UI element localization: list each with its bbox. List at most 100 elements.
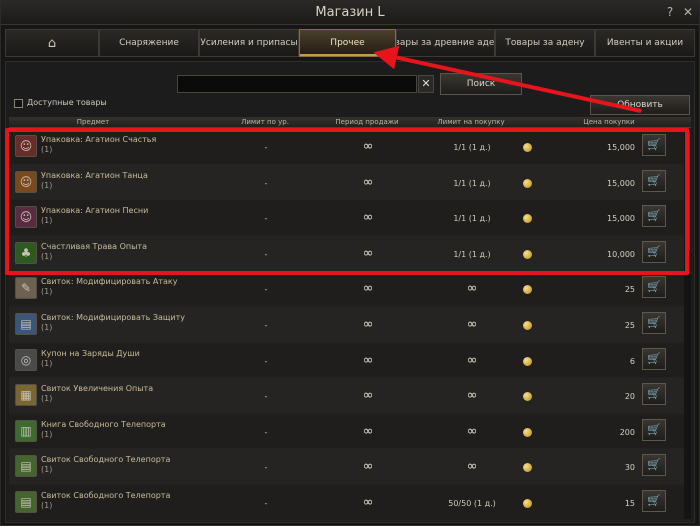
- coin-icon: [523, 249, 532, 259]
- sale-period-value: ∞: [362, 316, 374, 332]
- clear-search-button[interactable]: ✕: [418, 75, 434, 93]
- cart-icon: 🛒: [647, 138, 661, 151]
- table-row[interactable]: ♣ Счастливая Трава Опыта (1) - ∞ 1/1 (1 д.) 10…: [9, 235, 691, 272]
- refresh-button[interactable]: Обновить: [590, 95, 690, 115]
- price-value: 15,000: [607, 214, 635, 224]
- search-input[interactable]: [177, 75, 417, 93]
- price-value: 200: [619, 427, 635, 437]
- table-header: Предмет Лимит по ур. Период продажи Лими…: [9, 117, 691, 128]
- level-limit-value: -: [264, 392, 268, 402]
- purchase-limit-value: 1/1 (1 д.): [453, 249, 491, 259]
- level-limit-value: -: [264, 498, 268, 508]
- price-value: 30: [624, 463, 635, 473]
- available-only-checkbox[interactable]: [14, 99, 23, 108]
- coin-icon: [523, 356, 532, 366]
- window-title: Магазин L: [315, 5, 385, 20]
- sale-period-value: ∞: [362, 423, 374, 439]
- buy-cart-button[interactable]: 🛒: [642, 240, 666, 263]
- column-header-price: Цена покупки: [583, 118, 635, 126]
- table-row[interactable]: ▤ Свиток: Модифицировать Защиту (1) - ∞ ∞ 25 🛒: [9, 306, 691, 343]
- sale-period-value: ∞: [362, 281, 374, 297]
- table-row[interactable]: ☺ Упаковка: Агатион Песни (1) - ∞ 1/1 (1 д.) 1…: [9, 200, 691, 236]
- buy-cart-button[interactable]: 🛒: [642, 205, 666, 228]
- purchase-limit-value: ∞: [466, 388, 478, 404]
- home-icon: ⌂: [47, 35, 57, 51]
- agathion-happiness-icon: ☺: [15, 135, 37, 157]
- coin-icon: [523, 392, 532, 402]
- table-row[interactable]: ▤ Свиток Свободного Телепорта (1) - ∞ 50/50 (…: [9, 484, 691, 521]
- level-limit-value: -: [264, 178, 268, 188]
- purchase-limit-value: ∞: [466, 459, 478, 475]
- item-quantity: (1): [41, 287, 53, 297]
- exp-scroll-icon: ▦: [15, 384, 37, 407]
- tab-boosts[interactable]: Усиления и припасы: [199, 29, 299, 57]
- agathion-song-icon: ☺: [15, 206, 37, 229]
- table-row[interactable]: ◎ Купон на Заряды Души (1) - ∞ ∞ 6 🛒: [9, 342, 691, 379]
- coin-icon: [523, 427, 532, 437]
- price-value: 10,000: [607, 249, 635, 259]
- buy-cart-button[interactable]: 🛒: [642, 169, 666, 192]
- buy-cart-button[interactable]: 🛒: [642, 383, 666, 406]
- teleport-scroll-icon: ▤: [15, 455, 37, 478]
- cart-icon: 🛒: [647, 351, 661, 365]
- cart-icon: 🛒: [647, 173, 661, 187]
- table-row[interactable]: ▥ Книга Свободного Телепорта (1) - ∞ ∞ 200 🛒: [9, 413, 691, 450]
- level-limit-value: -: [264, 427, 268, 437]
- table-row[interactable]: ▦ Свиток Увеличения Опыта (1) - ∞ ∞ 20 🛒: [9, 378, 691, 414]
- coin-icon: [523, 178, 532, 188]
- tab-events[interactable]: Ивенты и акции: [595, 29, 695, 57]
- table-row[interactable]: ▤ Свиток Свободного Телепорта (1) - ∞ ∞ 30 🛒: [9, 449, 691, 485]
- item-name: Упаковка: Агатион Счастья: [41, 135, 157, 144]
- price-value: 15: [624, 498, 635, 508]
- level-limit-value: -: [264, 356, 268, 366]
- item-name: Счастливая Трава Опыта: [41, 241, 147, 251]
- buy-cart-button[interactable]: 🛒: [642, 134, 666, 156]
- help-icon[interactable]: ?: [663, 5, 677, 19]
- scrollbar[interactable]: [684, 129, 691, 519]
- item-name: Свиток: Модифицировать Защиту: [41, 312, 186, 322]
- teleport-book-icon: ▥: [15, 419, 37, 442]
- tab-ancient-adena-goods[interactable]: Товары за древние адены: [396, 29, 495, 57]
- buy-cart-button[interactable]: 🛒: [642, 276, 666, 299]
- buy-cart-button[interactable]: 🛒: [642, 418, 666, 441]
- level-limit-value: -: [264, 463, 268, 473]
- purchase-limit-value: 1/1 (1 д.): [453, 178, 491, 188]
- column-header-level-limit: Лимит по ур.: [241, 118, 289, 126]
- buy-cart-button[interactable]: 🛒: [642, 489, 666, 512]
- purchase-limit-value: ∞: [466, 423, 478, 439]
- table-row[interactable]: ☺ Упаковка: Агатион Счастья (1) - ∞ 1/1 (1 д.…: [9, 129, 691, 165]
- tab-adena-goods[interactable]: Товары за адену: [495, 29, 595, 57]
- column-header-item: Предмет: [76, 118, 110, 126]
- level-limit-value: -: [264, 249, 268, 259]
- tab-home[interactable]: ⌂: [5, 29, 99, 57]
- item-name: Свиток: Модифицировать Атаку: [41, 277, 178, 287]
- coin-icon: [523, 143, 532, 152]
- buy-cart-button[interactable]: 🛒: [642, 311, 666, 334]
- scroll-attack-icon: ✎: [15, 277, 37, 300]
- buy-cart-button[interactable]: 🛒: [642, 347, 666, 370]
- item-name: Упаковка: Агатион Песни: [41, 206, 149, 216]
- tab-other[interactable]: Прочее: [299, 29, 396, 57]
- scroll-defense-icon: ▤: [15, 312, 37, 335]
- purchase-limit-value: ∞: [466, 281, 478, 297]
- sale-period-value: ∞: [362, 174, 374, 190]
- tab-equipment[interactable]: Снаряжение: [99, 29, 199, 57]
- coin-icon: [523, 214, 532, 224]
- cart-icon: 🛒: [647, 315, 661, 329]
- cart-icon: 🛒: [647, 458, 661, 472]
- item-name: Купон на Заряды Души: [41, 348, 140, 358]
- agathion-dance-icon: ☺: [15, 170, 37, 193]
- search-button[interactable]: Поиск: [440, 73, 522, 95]
- close-icon[interactable]: ✕: [681, 5, 695, 19]
- item-quantity: (1): [41, 358, 53, 368]
- scrollbar-thumb[interactable]: [685, 131, 690, 251]
- table-row[interactable]: ✎ Свиток: Модифицировать Атаку (1) - ∞ ∞ 25 🛒: [9, 271, 691, 307]
- buy-cart-button[interactable]: 🛒: [642, 454, 666, 477]
- purchase-limit-value: ∞: [466, 352, 478, 368]
- item-quantity: (1): [41, 429, 53, 439]
- column-header-sale-period: Период продажи: [335, 118, 399, 126]
- level-limit-value: -: [264, 143, 268, 152]
- table-row[interactable]: ☺ Упаковка: Агатион Танца (1) - ∞ 1/1 (1 д.) 1…: [9, 164, 691, 201]
- item-quantity: (1): [41, 216, 53, 226]
- sale-period-value: ∞: [362, 388, 374, 404]
